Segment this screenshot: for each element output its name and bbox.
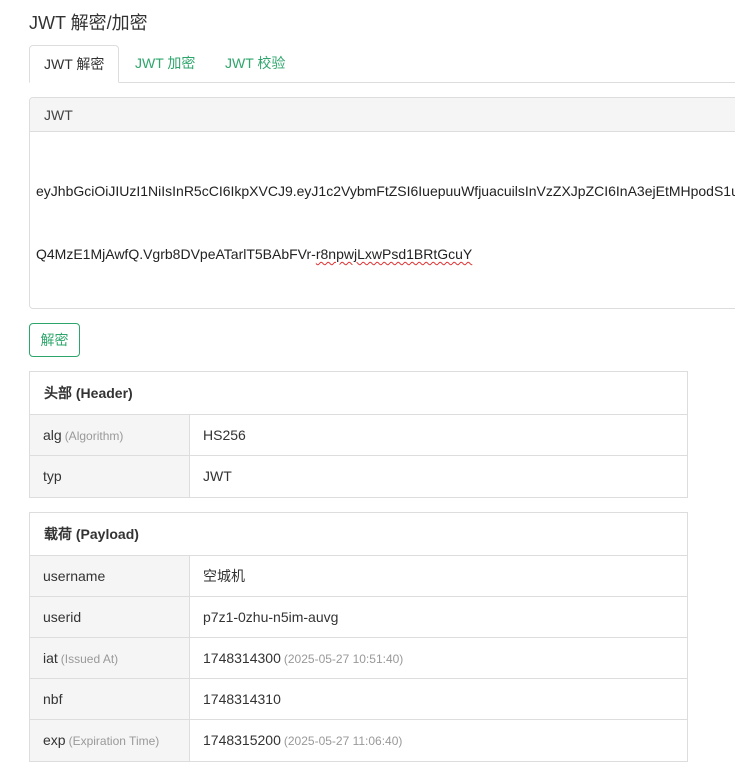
claim-value-text: 1748314300 [203,650,281,666]
claim-value: 1748314310 [190,679,687,719]
claim-value-text: HS256 [203,427,246,443]
tab-jwt-verify[interactable]: JWT 校验 [211,45,299,83]
claim-value: HS256 [190,415,687,455]
table-row: exp (Expiration Time) 1748315200 (2025-05-… [30,720,687,761]
claim-value-text: 1748314310 [203,691,281,707]
claim-value-datetime: (2025-05-27 11:06:40) [283,734,403,748]
claim-value-datetime: (2025-05-27 10:51:40) [283,652,404,666]
table-row: iat (Issued At) 1748314300 (2025-05-27 10:… [30,638,687,679]
claim-key-label: userid [43,609,82,625]
tab-bar: JWT 解密 JWT 加密 JWT 校验 [29,45,735,83]
header-table: 头部 (Header) alg (Algorithm) HS256 typ JWT [29,371,688,498]
table-row: alg (Algorithm) HS256 [30,415,687,456]
jwt-tool-page: JWT 解密/加密 JWT 解密 JWT 加密 JWT 校验 JWT eyJhb… [0,0,735,775]
table-row: typ JWT [30,456,687,497]
table-row: userid p7z1-0zhu-n5im-auvg [30,597,687,638]
claim-key: typ [30,456,190,497]
claim-key-label: typ [43,468,62,484]
header-section-title: 头部 (Header) [30,372,687,415]
tab-jwt-encode[interactable]: JWT 加密 [121,45,209,83]
jwt-input-panel: JWT eyJhbGciOiJIUzI1NiIsInR5cCI6IkpXVCJ9… [29,97,735,309]
claim-value: JWT [190,456,687,497]
claim-key: exp (Expiration Time) [30,720,190,761]
claim-value: 1748314300 (2025-05-27 10:51:40) [190,638,687,678]
claim-value: p7z1-0zhu-n5im-auvg [190,597,687,637]
claim-key: userid [30,597,190,637]
jwt-token-line-1: eyJhbGciOiJIUzI1NiIsInR5cCI6IkpXVCJ9.eyJ… [36,183,735,199]
claim-key-label: exp [43,732,66,748]
claim-value: 空城机 [190,556,687,596]
claim-value-text: 空城机 [203,568,245,584]
jwt-input-label: JWT [30,98,735,132]
payload-table: 载荷 (Payload) username 空城机 userid p7z1-0z… [29,512,688,762]
claim-key-hint: (Expiration Time) [68,734,160,748]
claim-key-hint: (Issued At) [60,652,119,666]
jwt-token-line-2: Q4MzE1MjAwfQ.Vgrb8DVpeATarlT5BAbFVr-r8np… [36,244,735,265]
claim-value-text: 1748315200 [203,732,281,748]
claim-key-label: iat [43,650,58,666]
jwt-token-textarea[interactable]: eyJhbGciOiJIUzI1NiIsInR5cCI6IkpXVCJ9.eyJ… [30,132,735,308]
payload-section-title: 载荷 (Payload) [30,513,687,556]
claim-key-hint: (Algorithm) [64,429,124,443]
jwt-token-line-2-text: Q4MzE1MjAwfQ.Vgrb8DVpeATarlT5BAbFVr- [36,246,316,262]
claim-value-text: JWT [203,468,232,484]
claim-key: nbf [30,679,190,719]
table-row: nbf 1748314310 [30,679,687,720]
decode-button[interactable]: 解密 [29,323,80,357]
claim-key-label: nbf [43,691,63,707]
claim-key-label: alg [43,427,62,443]
claim-value: 1748315200 (2025-05-27 11:06:40) [190,720,687,761]
claim-key: username [30,556,190,596]
spellcheck-flagged-text: r8npwjLxwPsd1BRtGcuY [315,246,473,262]
claim-key: iat (Issued At) [30,638,190,678]
claim-key: alg (Algorithm) [30,415,190,455]
page-title: JWT 解密/加密 [29,13,148,33]
claim-value-text: p7z1-0zhu-n5im-auvg [203,609,339,625]
table-row: username 空城机 [30,556,687,597]
claim-key-label: username [43,568,106,584]
tab-jwt-decode[interactable]: JWT 解密 [29,45,119,83]
